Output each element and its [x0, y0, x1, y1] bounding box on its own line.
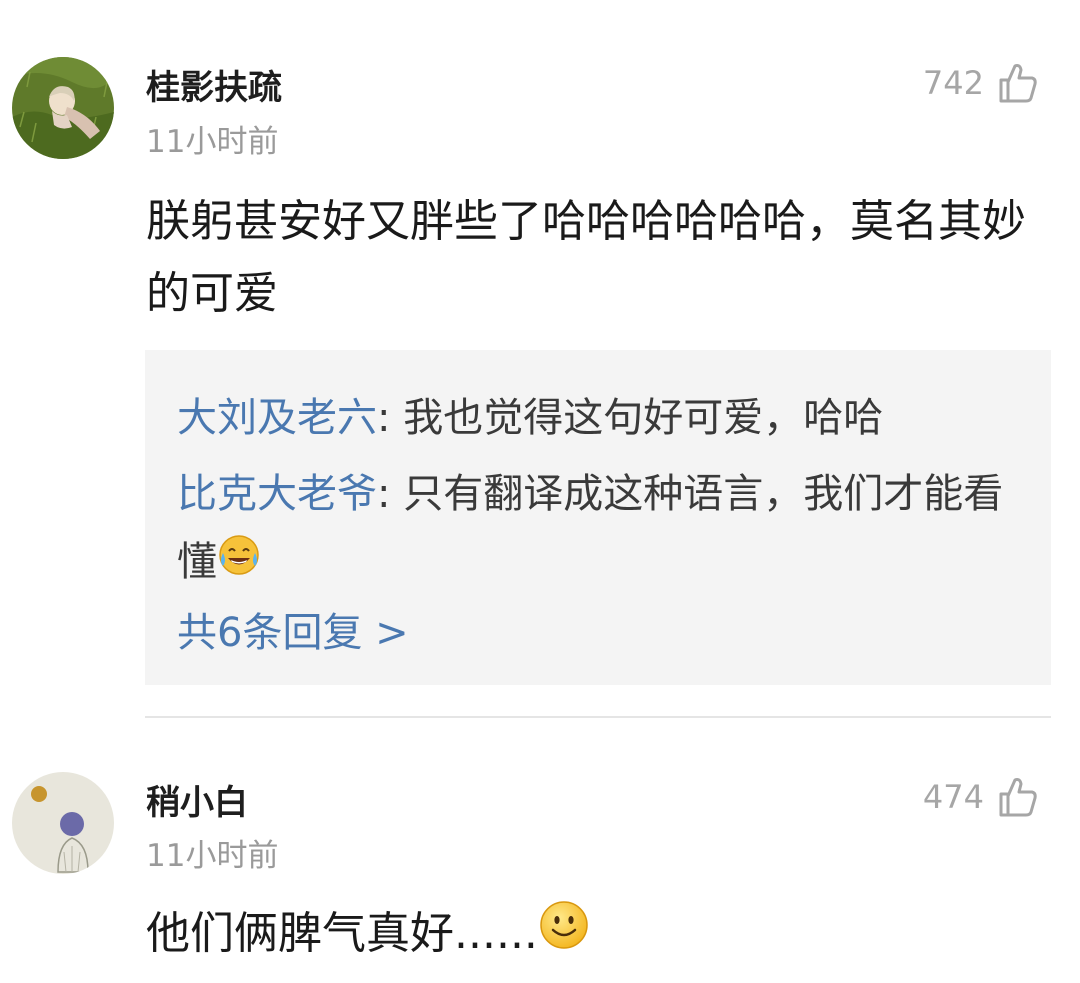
like-count: 742	[922, 64, 984, 102]
timestamp: 11小时前	[146, 838, 279, 874]
avatar-sketch-boy-moon-icon	[12, 772, 114, 874]
user-avatar[interactable]	[12, 772, 114, 874]
reply-author[interactable]: 大刘及老六	[177, 395, 377, 441]
reply-item: 比克大老爷: 只有翻译成这种语言，我们才能看懂	[177, 460, 1027, 598]
username[interactable]: 桂影扶疏	[146, 60, 282, 109]
reply-author[interactable]: 比克大老爷	[177, 471, 377, 517]
comment-text-content: 他们俩脾气真好......	[146, 908, 538, 959]
replies-box: 大刘及老六: 我也觉得这句好可爱，哈哈 比克大老爷: 只有翻译成这种语言，我们才…	[145, 350, 1051, 685]
username[interactable]: 稍小白	[146, 775, 248, 824]
reply-item: 大刘及老六: 我也觉得这句好可爱，哈哈	[177, 384, 1027, 452]
comment-item: 桂影扶疏 11小时前 742 朕躬甚安好又胖些了哈哈哈哈哈哈，莫名其妙的可爱 大…	[0, 0, 1080, 716]
reply-text: : 我也觉得这句好可爱，哈哈	[377, 395, 884, 441]
comment-item: 稍小白 11小时前 474 他们俩脾气真好......	[0, 718, 1080, 983]
thumbs-up-icon	[999, 778, 1037, 817]
comment-text: 他们俩脾气真好......	[146, 898, 1036, 973]
tears-of-joy-emoji-icon	[217, 530, 261, 598]
like-count: 474	[922, 778, 984, 816]
like-button[interactable]: 474	[923, 776, 1038, 818]
avatar-girl-lying-on-grass-icon	[12, 57, 114, 159]
thumbs-up-icon	[999, 64, 1037, 103]
smile-emoji-icon	[538, 899, 590, 973]
user-avatar[interactable]	[12, 57, 114, 159]
timestamp: 11小时前	[146, 124, 279, 160]
like-button[interactable]: 742	[923, 62, 1038, 104]
comment-text: 朕躬甚安好又胖些了哈哈哈哈哈哈，莫名其妙的可爱	[146, 196, 1026, 319]
more-replies-link[interactable]: 共6条回复 >	[177, 600, 409, 658]
